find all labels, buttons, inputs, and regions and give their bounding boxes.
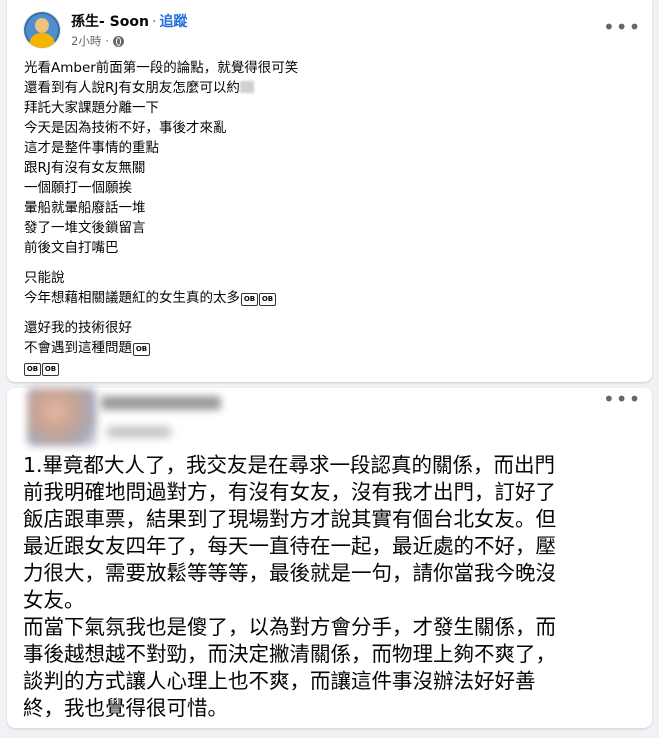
post-line: 力很大，需要放鬆等等等，最後就是一句，請你當我今晚沒 xyxy=(23,561,556,585)
separator-dot: · xyxy=(151,14,157,30)
post-line: 只能說 xyxy=(24,270,65,286)
follow-button[interactable]: 追蹤 xyxy=(159,14,187,30)
ob-emoji-icon: OB xyxy=(259,293,276,306)
post-line: 光看Amber前面第一段的論點，就覺得很可笑 xyxy=(24,60,299,76)
post-line: OB OB xyxy=(24,358,298,378)
post-line: 最近跟女友四年了，每天一直待在一起，最近處的不好，壓 xyxy=(23,534,556,558)
author-name[interactable]: 孫生- Soon xyxy=(71,14,149,30)
post-line: 暈船就暈船廢話一堆 xyxy=(24,200,146,216)
post-meta: 2小時 · xyxy=(71,33,124,49)
ob-emoji-icon: OB xyxy=(24,363,41,376)
more-icon[interactable]: ••• xyxy=(603,17,640,40)
post-line: 還好我的技術很好 xyxy=(24,320,132,336)
post-header: 孫生- Soon · 追蹤 xyxy=(71,11,187,31)
post-timestamp[interactable]: 2小時 xyxy=(71,33,101,49)
post-line: 還看到有人說RJ有女朋友怎麼可以約 xyxy=(24,78,298,98)
blurred-author-name xyxy=(101,396,221,410)
redacted-text xyxy=(239,81,254,93)
post-card-2: ••• 1.畢竟都大人了，我交友是在尋求一段認真的關係，而出門 前我明確地問過對… xyxy=(7,388,652,728)
post-line: 發了一堆文後鎖留言 xyxy=(24,220,146,236)
post-line: 前我明確地問過對方，有沒有女友，沒有我才出門，訂好了 xyxy=(23,480,556,504)
meta-separator: · xyxy=(105,34,109,48)
globe-icon xyxy=(112,35,124,47)
post-line: 而當下氣氛我也是傻了，以為對方會分手，才發生關係，而 xyxy=(23,615,556,639)
post-line: 女友。 xyxy=(23,588,85,612)
author-avatar[interactable] xyxy=(24,12,60,48)
post-text: 光看Amber前面第一段的論點，就覺得很可笑 還看到有人說RJ有女朋友怎麼可以約… xyxy=(24,58,298,378)
post-line: 今年想藉相關議題紅的女生真的太多 OB OB xyxy=(24,288,298,308)
post-line: 飯店跟車票，結果到了現場對方才說其實有個台北女友。但 xyxy=(23,507,556,531)
post-line: 終，我也覺得很可惜。 xyxy=(23,696,228,720)
post-line: 前後文自打嘴巴 xyxy=(24,240,119,256)
ob-emoji-icon: OB xyxy=(42,363,59,376)
ob-emoji-icon: OB xyxy=(133,343,150,356)
post-line: 拜託大家課題分離一下 xyxy=(24,100,159,116)
post-line: 談判的方式讓人心理上也不爽，而讓這件事沒辦法好好善 xyxy=(23,669,536,693)
post-line: 不會遇到這種問題 OB xyxy=(24,338,298,358)
more-icon[interactable]: ••• xyxy=(603,389,640,412)
blurred-avatar xyxy=(27,388,97,446)
post-line: 這才是整件事情的重點 xyxy=(24,140,159,156)
post-card-1: 孫生- Soon · 追蹤 2小時 · ••• 光看Amber前面第一段的論點，就覺… xyxy=(7,0,652,382)
post-line: 今天是因為技術不好，事後才來亂 xyxy=(24,120,227,136)
post-line: 一個願打一個願挨 xyxy=(24,180,132,196)
ob-emoji-icon: OB xyxy=(241,293,258,306)
post-line: 1.畢竟都大人了，我交友是在尋求一段認真的關係，而出門 xyxy=(23,453,556,477)
post-line: 事後越想越不對勁，而決定撇清關係，而物理上夠不爽了， xyxy=(23,642,556,666)
post-text: 1.畢竟都大人了，我交友是在尋求一段認真的關係，而出門 前我明確地問過對方，有沒… xyxy=(23,452,638,722)
post-line: 跟RJ有沒有女友無關 xyxy=(24,160,146,176)
blurred-post-meta xyxy=(107,426,171,438)
